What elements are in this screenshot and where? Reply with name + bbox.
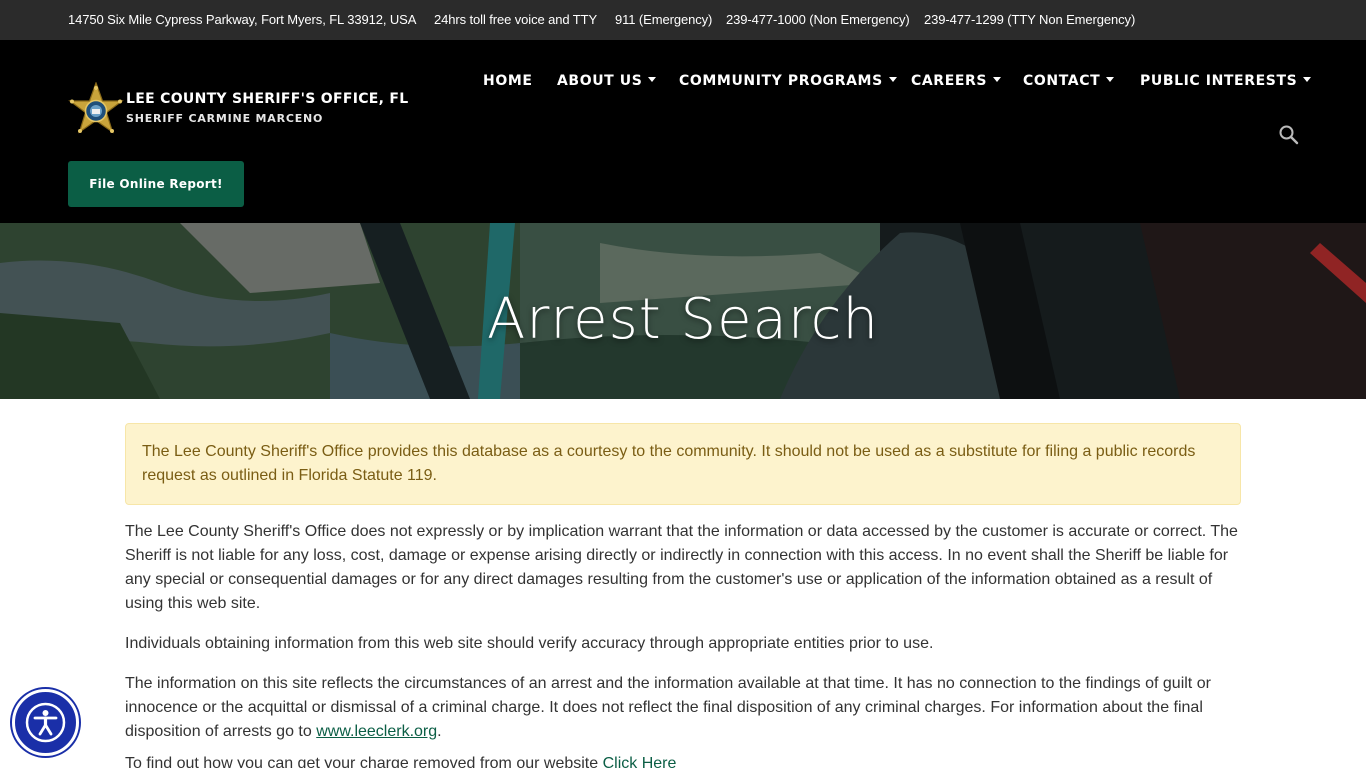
verify-accuracy-paragraph: Individuals obtaining information from t… bbox=[125, 635, 934, 652]
arrest-info-end: . bbox=[437, 723, 442, 740]
address-text: 14750 Six Mile Cypress Parkway, Fort Mye… bbox=[68, 12, 417, 27]
nav-public-label: PUBLIC INTERESTS bbox=[1140, 73, 1298, 89]
nav-public-interests[interactable]: PUBLIC INTERESTS bbox=[1140, 73, 1312, 89]
hero-banner: Arrest Search bbox=[0, 223, 1366, 399]
arrest-info-text: The information on this site reflects th… bbox=[125, 675, 1211, 740]
emergency-phone[interactable]: 911 (Emergency) bbox=[615, 12, 712, 27]
nav-careers-label: CAREERS bbox=[911, 73, 988, 89]
click-here-link[interactable]: Click Here bbox=[603, 755, 677, 768]
nav-contact-label: CONTACT bbox=[1023, 73, 1101, 89]
non-emergency-phone[interactable]: 239-477-1000 (Non Emergency) bbox=[726, 12, 910, 27]
arrest-info-paragraph: The information on this site reflects th… bbox=[125, 672, 1241, 744]
sheriff-star-badge-icon[interactable] bbox=[68, 81, 124, 138]
nav-community-programs[interactable]: COMMUNITY PROGRAMS bbox=[679, 73, 897, 89]
caret-down-icon bbox=[888, 77, 897, 82]
nav-careers[interactable]: CAREERS bbox=[911, 73, 1002, 89]
tty-non-emergency-phone[interactable]: 239-477-1299 (TTY Non Emergency) bbox=[924, 12, 1135, 27]
courtesy-alert: The Lee County Sheriff's Office provides… bbox=[125, 423, 1241, 505]
caret-down-icon bbox=[1106, 77, 1115, 82]
tty-text: 24hrs toll free voice and TTY bbox=[434, 12, 598, 27]
leeclerk-link[interactable]: www.leeclerk.org bbox=[316, 723, 437, 740]
accessibility-icon bbox=[25, 702, 66, 743]
nav-about-us[interactable]: ABOUT US bbox=[557, 73, 657, 89]
nav-community-label: COMMUNITY PROGRAMS bbox=[679, 73, 883, 89]
top-info-bar: 14750 Six Mile Cypress Parkway, Fort Mye… bbox=[0, 0, 1366, 40]
nav-home[interactable]: HOME bbox=[483, 73, 533, 89]
caret-down-icon bbox=[993, 77, 1002, 82]
caret-down-icon bbox=[1303, 77, 1312, 82]
removal-paragraph: To find out how you can get your charge … bbox=[125, 752, 1241, 768]
page-title: Arrest Search bbox=[487, 287, 879, 352]
site-title[interactable]: LEE COUNTY SHERIFF'S OFFICE, FL bbox=[126, 91, 409, 107]
nav-contact[interactable]: CONTACT bbox=[1023, 73, 1115, 89]
file-online-report-button[interactable]: File Online Report! bbox=[68, 161, 244, 207]
nav-home-label: HOME bbox=[483, 73, 533, 89]
removal-text: To find out how you can get your charge … bbox=[125, 755, 603, 768]
disclaimer-paragraph: The Lee County Sheriff's Office does not… bbox=[125, 523, 1238, 612]
accessibility-button[interactable] bbox=[12, 689, 79, 756]
nav-about-label: ABOUT US bbox=[557, 73, 643, 89]
sheriff-name: SHERIFF CARMINE MARCENO bbox=[126, 112, 324, 125]
search-icon[interactable] bbox=[1278, 124, 1300, 146]
site-header: LEE COUNTY SHERIFF'S OFFICE, FL SHERIFF … bbox=[0, 40, 1366, 223]
caret-down-icon bbox=[648, 77, 657, 82]
